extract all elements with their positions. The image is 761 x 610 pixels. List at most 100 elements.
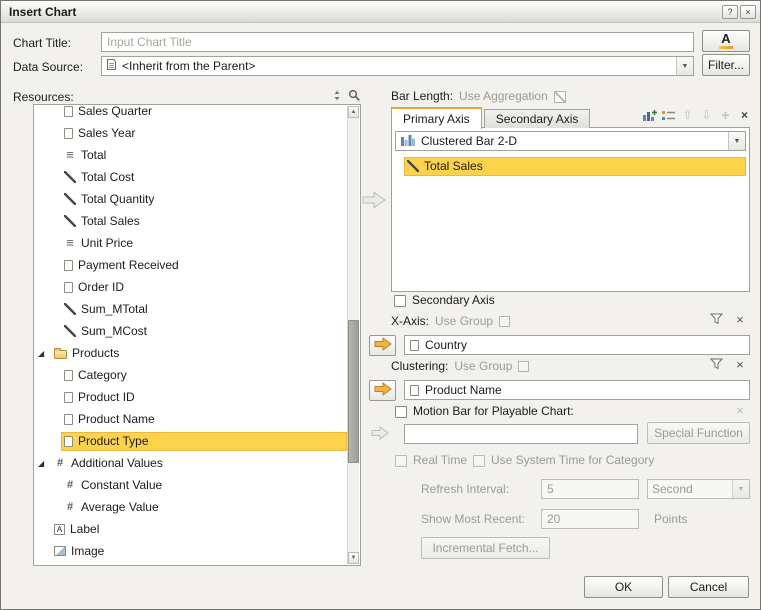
tree-item[interactable]: Image [35,540,347,562]
bar-length-hint: Use Aggregation [459,89,548,104]
secondary-axis-checkbox[interactable] [394,295,406,307]
tree-scrollbar[interactable]: ▲ ▼ [347,106,359,564]
tree-item-content: Image [51,542,347,561]
clustering-field[interactable]: Product Name [404,380,750,400]
clustering-remove-icon[interactable]: × [733,358,747,372]
resources-tree: Sales QuarterSales Year≡TotalTotal CostT… [33,104,361,566]
real-time-checkbox[interactable] [395,455,407,467]
tree-item[interactable]: ≡Unit Price [35,232,347,254]
folder-icon [54,350,67,359]
tree-item[interactable]: Sum_MTotal [35,298,347,320]
tree-item[interactable]: Category [35,364,347,386]
tree-item[interactable]: Product Type [35,430,347,452]
font-style-button[interactable]: A [702,30,750,52]
tree-item[interactable]: Order ID [35,276,347,298]
tree-item[interactable]: Sum_MCost [35,320,347,342]
assign-x-axis-button[interactable] [369,335,396,356]
move-down-icon[interactable]: ⇩ [699,108,714,122]
tree-item-content: Sales Quarter [61,106,347,121]
chart-title-input[interactable] [101,32,694,52]
chart-type-dropdown-arrow-icon[interactable]: ▼ [728,132,745,150]
scroll-down-icon[interactable]: ▼ [348,552,359,564]
tree-item[interactable]: Sales Year [35,122,347,144]
tree-item[interactable]: ALabel [35,518,347,540]
cancel-button[interactable]: Cancel [668,576,749,598]
x-axis-remove-icon[interactable]: × [733,313,747,327]
tree-item[interactable]: Product Name [35,408,347,430]
lines-icon: ≡ [64,237,76,249]
filter-button[interactable]: Filter... [702,54,750,76]
tree-item-content: Product ID [61,388,347,407]
show-most-recent-input[interactable] [541,509,639,529]
titlebar-buttons: ? × [722,5,756,19]
tree-item[interactable]: Payment Received [35,254,347,276]
tree-item[interactable]: ◢#Additional Values [35,452,347,474]
inherit-source-icon [106,58,117,74]
tree-expander-icon[interactable]: ◢ [38,459,51,468]
dialog-title: Insert Chart [9,5,76,19]
clustering-filter-icon[interactable] [710,358,723,373]
dropdown-arrow-icon[interactable]: ▼ [732,480,749,498]
arrow-right-icon [371,426,389,443]
tree-item-content: Sum_MCost [61,322,347,341]
scroll-up-icon[interactable]: ▲ [348,106,359,118]
clustering-field-value: Product Name [425,383,502,397]
tree-item[interactable]: #Average Value [35,496,347,518]
chart-type-dropdown[interactable]: Clustered Bar 2-D ▼ [395,131,746,151]
incremental-fetch-button[interactable]: Incremental Fetch... [421,537,550,559]
data-source-label: Data Source: [13,60,83,75]
x-axis-filter-icon[interactable] [710,313,723,328]
resources-tree-items: Sales QuarterSales Year≡TotalTotal CostT… [35,106,347,564]
series-item[interactable]: Total Sales [395,156,746,176]
dropdown-arrow-icon[interactable]: ▼ [676,57,693,75]
assign-bar-length-button[interactable] [362,191,386,212]
motion-bar-remove-icon[interactable]: × [733,404,747,418]
measure-icon [64,303,76,315]
assign-motion-bar-button[interactable] [371,426,389,443]
motion-bar-input[interactable] [404,424,638,444]
tree-item[interactable]: Sales Quarter [35,106,347,122]
series-item-highlight: Total Sales [404,157,746,176]
dialog-titlebar[interactable]: Insert Chart ? × [1,1,760,23]
sort-icon[interactable] [331,89,344,105]
x-axis-field[interactable]: Country [404,335,750,355]
tree-item[interactable]: ≡Total [35,144,347,166]
system-time-checkbox[interactable] [473,455,485,467]
special-function-button[interactable]: Special Function [647,422,750,444]
tree-item-label: Total [81,148,106,162]
refresh-unit-dropdown[interactable]: Second ▼ [647,479,750,499]
ok-button[interactable]: OK [584,576,663,598]
series-item-label: Total Sales [424,159,483,173]
close-icon[interactable]: × [740,5,756,19]
search-icon[interactable] [348,89,361,105]
secondary-axis-row: Secondary Axis [394,293,495,308]
scrollbar-thumb[interactable] [348,320,359,463]
aggregation-drop-icon [554,91,566,103]
refresh-interval-label: Refresh Interval: [421,482,509,497]
measure-icon [64,325,76,337]
tree-item[interactable]: #Constant Value [35,474,347,496]
tree-item-label: Sales Year [78,126,135,140]
field-icon [64,370,73,381]
tab-primary-axis[interactable]: Primary Axis [391,107,482,129]
tree-item[interactable]: ◢Products [35,342,347,364]
add-series-icon[interactable] [642,108,657,122]
real-time-label: Real Time [413,453,467,468]
tree-item[interactable]: Product ID [35,386,347,408]
series-settings-icon[interactable] [661,108,676,122]
field-icon [64,282,73,293]
motion-bar-checkbox[interactable] [395,406,407,418]
data-source-dropdown[interactable]: <Inherit from the Parent> ▼ [101,56,694,76]
refresh-interval-input[interactable] [541,479,639,499]
tree-expander-icon[interactable]: ◢ [38,349,51,358]
tree-item[interactable]: Total Cost [35,166,347,188]
help-icon[interactable]: ? [722,5,738,19]
move-up-icon[interactable]: ⇧ [680,108,695,122]
assign-clustering-button[interactable] [369,380,396,401]
remove-icon[interactable]: × [737,108,752,122]
clustered-bar-icon [400,134,416,149]
add-icon[interactable]: + [718,108,733,122]
tab-secondary-axis[interactable]: Secondary Axis [484,109,591,128]
tree-item[interactable]: Total Sales [35,210,347,232]
tree-item[interactable]: Total Quantity [35,188,347,210]
